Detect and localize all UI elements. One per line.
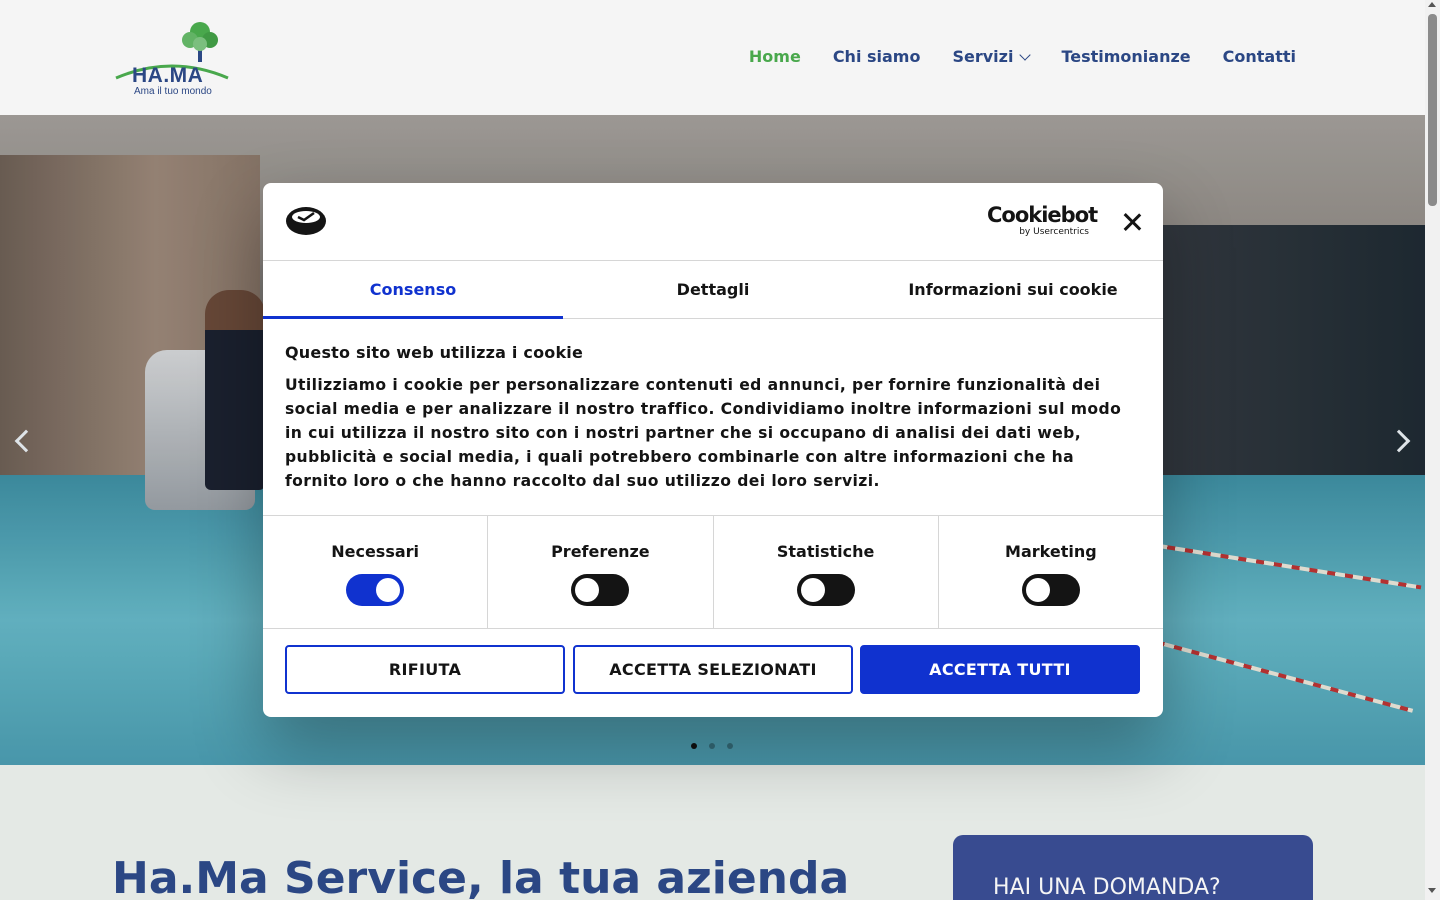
scrollbar-thumb[interactable] <box>1428 14 1437 206</box>
toggle-label: Preferenze <box>551 542 650 561</box>
dialog-title: Questo sito web utilizza i cookie <box>285 343 584 362</box>
switch-knob <box>575 578 600 602</box>
scroll-up-icon[interactable] <box>1428 2 1436 7</box>
toggle-label: Marketing <box>1005 542 1097 561</box>
dialog-header: Cookiebot by Usercentrics <box>263 183 1163 261</box>
dialog-tabs: Consenso Dettagli Informazioni sui cooki… <box>263 261 1163 319</box>
switch-knob <box>376 578 401 602</box>
close-icon[interactable] <box>1121 211 1143 233</box>
statistiche-switch[interactable] <box>796 574 855 606</box>
switch-knob <box>800 578 825 602</box>
scroll-down-icon[interactable] <box>1428 888 1436 893</box>
toggle-preferenze: Preferenze <box>488 516 714 628</box>
tab-dettagli[interactable]: Dettagli <box>563 261 863 318</box>
necessari-switch[interactable] <box>346 574 405 606</box>
accept-all-button[interactable]: ACCETTA TUTTI <box>860 645 1140 694</box>
cookiebot-logo: Cookiebot by Usercentrics <box>987 203 1098 237</box>
toggle-label: Necessari <box>331 542 420 561</box>
toggle-necessari: Necessari <box>263 516 489 628</box>
toggle-statistiche: Statistiche <box>714 516 939 628</box>
tab-informazioni[interactable]: Informazioni sui cookie <box>863 261 1163 318</box>
toggle-label: Statistiche <box>776 542 875 561</box>
cookiebot-brand: Cookiebot <box>987 203 1098 227</box>
consent-toggles: Necessari Preferenze Statistiche Marketi… <box>263 515 1163 629</box>
reject-button[interactable]: RIFIUTA <box>285 645 565 694</box>
cookiebot-brand-sub: by Usercentrics <box>1019 227 1089 237</box>
switch-knob <box>1025 578 1050 602</box>
page-scrollbar[interactable] <box>1425 0 1440 900</box>
dialog-text: Utilizziamo i cookie per personalizzare … <box>285 376 1122 490</box>
cookie-consent-dialog: Cookiebot by Usercentrics Consenso Detta… <box>263 183 1163 717</box>
toggle-marketing: Marketing <box>939 516 1163 628</box>
site-badge-icon <box>286 207 326 235</box>
marketing-switch[interactable] <box>1021 574 1080 606</box>
preferenze-switch[interactable] <box>571 574 630 606</box>
tab-consenso[interactable]: Consenso <box>263 261 563 319</box>
accept-selected-button[interactable]: ACCETTA SELEZIONATI <box>573 645 853 694</box>
